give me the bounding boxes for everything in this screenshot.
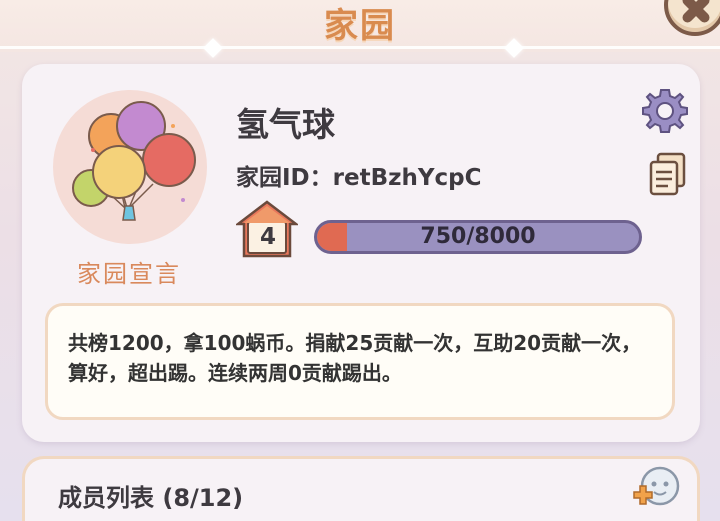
page-title: 家园	[324, 6, 396, 46]
copy-icon	[649, 152, 686, 196]
balloons-icon	[72, 101, 196, 221]
home-name: 氢气球	[236, 105, 335, 144]
gear-icon	[642, 89, 688, 133]
level-number: 4	[259, 224, 276, 250]
home-id: 家园ID：retBzhYcpC	[236, 165, 482, 191]
add-member-icon	[633, 466, 680, 506]
home-declaration-text: 共榜1200，拿100蜗币。捐献25贡献一次，互助20贡献一次，算好，超出踢。连…	[45, 303, 675, 420]
home-declaration-label: 家园宣言	[77, 260, 181, 288]
add-member-button[interactable]	[624, 462, 684, 518]
member-list-title: 成员列表 (8/12)	[58, 484, 244, 512]
home-exp-progress-bar: 750/8000	[314, 220, 642, 254]
home-avatar[interactable]	[53, 90, 207, 244]
settings-button[interactable]	[640, 86, 690, 136]
progress-text: 750/8000	[420, 224, 536, 249]
copy-id-button[interactable]	[646, 150, 690, 198]
